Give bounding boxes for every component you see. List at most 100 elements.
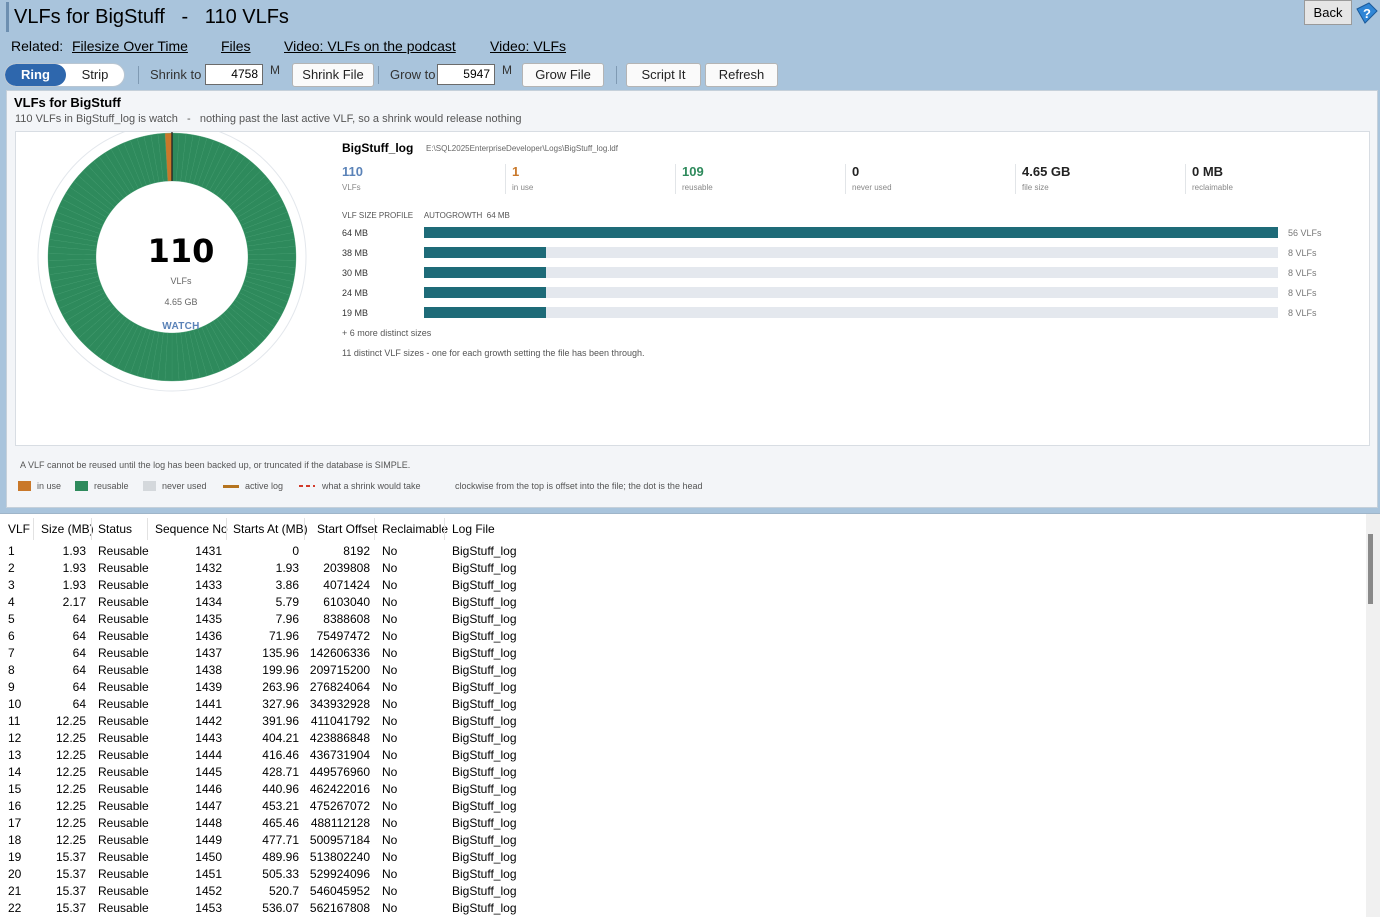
- column-header-status[interactable]: Status: [98, 522, 132, 536]
- column-separator[interactable]: [91, 518, 92, 540]
- cell-sequence: 1434: [195, 595, 222, 609]
- cell-log-file: BigStuff_log: [452, 697, 517, 711]
- column-separator[interactable]: [33, 518, 34, 540]
- cell-status: Reusable: [98, 748, 149, 762]
- cell-size: 12.25: [55, 816, 86, 830]
- cell-reclaimable: No: [382, 629, 398, 643]
- cell-vlf: 8: [8, 663, 15, 677]
- cell-size: 64: [72, 612, 86, 626]
- table-row[interactable]: 4 2.17 Reusable 1434 5.79 6103040 No BigStuff_l…: [0, 593, 1366, 610]
- column-header-vlf[interactable]: VLF: [8, 522, 30, 536]
- cell-log-file: BigStuff_log: [452, 646, 517, 660]
- stat-file-size: 4.65 GB file size: [1022, 164, 1070, 196]
- grow-size-input[interactable]: 5947: [437, 64, 495, 85]
- stat-value: 109: [682, 164, 704, 179]
- cell-start-offset: 6103040: [323, 595, 370, 609]
- column-separator[interactable]: [304, 518, 305, 540]
- link-video-vlfs[interactable]: Video: VLFs: [490, 38, 566, 54]
- cell-log-file: BigStuff_log: [452, 714, 517, 728]
- cell-reclaimable: No: [382, 748, 398, 762]
- table-row[interactable]: 5 64 Reusable 1435 7.96 8388608 No BigStuff_log: [0, 610, 1366, 627]
- grow-file-button[interactable]: Grow File: [522, 63, 604, 87]
- table-row[interactable]: 22 15.37 Reusable 1453 536.07 562167808 No BigS…: [0, 899, 1366, 916]
- table-row[interactable]: 9 64 Reusable 1439 263.96 276824064 No BigStuff…: [0, 678, 1366, 695]
- cell-start-offset: 462422016: [309, 782, 370, 796]
- vlf-table: VLF Size (MB) Status Sequence No Starts …: [0, 513, 1380, 917]
- table-row[interactable]: 17 12.25 Reusable 1448 465.46 488112128 No BigS…: [0, 814, 1366, 831]
- table-row[interactable]: 7 64 Reusable 1437 135.96 142606336 No BigStuff…: [0, 644, 1366, 661]
- shrink-file-button[interactable]: Shrink File: [292, 63, 374, 87]
- cell-size: 15.37: [55, 884, 86, 898]
- legend-shrink-line: [299, 485, 315, 487]
- cell-sequence: 1451: [195, 867, 222, 881]
- cell-reclaimable: No: [382, 731, 398, 745]
- script-it-button[interactable]: Script It: [626, 63, 701, 87]
- profile-bar: [424, 227, 1278, 238]
- cell-size: 12.25: [55, 731, 86, 745]
- cell-reclaimable: No: [382, 561, 398, 575]
- profile-track: [424, 267, 1278, 278]
- column-header-size[interactable]: Size (MB): [41, 522, 94, 536]
- cell-starts-at: 453.21: [262, 799, 299, 813]
- refresh-button[interactable]: Refresh: [705, 63, 778, 87]
- link-files[interactable]: Files: [221, 38, 251, 54]
- cell-status: Reusable: [98, 799, 149, 813]
- table-row[interactable]: 2 1.93 Reusable 1432 1.93 2039808 No BigStuff_l…: [0, 559, 1366, 576]
- cell-log-file: BigStuff_log: [452, 731, 517, 745]
- column-header-starts-at[interactable]: Starts At (MB): [233, 522, 308, 536]
- cell-starts-at: 428.71: [262, 765, 299, 779]
- column-header-start-offset[interactable]: Start Offset: [317, 522, 377, 536]
- stat-label: VLFs: [342, 183, 361, 192]
- profile-count: 8 VLFs: [1288, 268, 1317, 278]
- table-row[interactable]: 19 15.37 Reusable 1450 489.96 513802240 No BigS…: [0, 848, 1366, 865]
- cell-reclaimable: No: [382, 867, 398, 881]
- cell-log-file: BigStuff_log: [452, 884, 517, 898]
- profile-track: [424, 287, 1278, 298]
- view-strip-button[interactable]: Strip: [66, 64, 124, 86]
- column-separator[interactable]: [374, 518, 375, 540]
- ring-unit: VLFs: [170, 276, 192, 286]
- table-row[interactable]: 10 64 Reusable 1441 327.96 343932928 No BigStuf…: [0, 695, 1366, 712]
- scrollbar-thumb[interactable]: [1368, 534, 1373, 604]
- column-header-reclaimable[interactable]: Reclaimable: [382, 522, 448, 536]
- table-row[interactable]: 13 12.25 Reusable 1444 416.46 436731904 No BigS…: [0, 746, 1366, 763]
- cell-start-offset: 449576960: [309, 765, 370, 779]
- cell-reclaimable: No: [382, 833, 398, 847]
- table-row[interactable]: 1 1.93 Reusable 1431 0 8192 No BigStuff_log: [0, 542, 1366, 559]
- cell-sequence: 1445: [195, 765, 222, 779]
- table-row[interactable]: 3 1.93 Reusable 1433 3.86 4071424 No BigStuff_l…: [0, 576, 1366, 593]
- cell-sequence: 1433: [195, 578, 222, 592]
- cell-log-file: BigStuff_log: [452, 748, 517, 762]
- table-row[interactable]: 6 64 Reusable 1436 71.96 75497472 No BigStuff_l…: [0, 627, 1366, 644]
- link-filesize-over-time[interactable]: Filesize Over Time: [72, 38, 188, 54]
- link-video-podcast[interactable]: Video: VLFs on the podcast: [284, 38, 456, 54]
- vertical-scrollbar[interactable]: [1366, 514, 1380, 917]
- cell-size: 15.37: [55, 901, 86, 915]
- view-ring-button[interactable]: Ring: [5, 64, 66, 86]
- column-separator[interactable]: [444, 518, 445, 540]
- table-row[interactable]: 21 15.37 Reusable 1452 520.7 546045952 No BigSt…: [0, 882, 1366, 899]
- table-row[interactable]: 18 12.25 Reusable 1449 477.71 500957184 No BigS…: [0, 831, 1366, 848]
- cell-reclaimable: No: [382, 697, 398, 711]
- table-row[interactable]: 14 12.25 Reusable 1445 428.71 449576960 No BigS…: [0, 763, 1366, 780]
- panel-subtitle: 110 VLFs in BigStuff_log is watch - noth…: [15, 113, 522, 125]
- column-separator[interactable]: [226, 518, 227, 540]
- back-button[interactable]: Back: [1304, 0, 1352, 25]
- table-row[interactable]: 11 12.25 Reusable 1442 391.96 411041792 No BigS…: [0, 712, 1366, 729]
- table-row[interactable]: 8 64 Reusable 1438 199.96 209715200 No BigStuff…: [0, 661, 1366, 678]
- cell-status: Reusable: [98, 612, 149, 626]
- table-row[interactable]: 12 12.25 Reusable 1443 404.21 423886848 No BigS…: [0, 729, 1366, 746]
- profile-title: VLF SIZE PROFILE: [342, 211, 414, 220]
- table-row[interactable]: 16 12.25 Reusable 1447 453.21 475267072 No BigS…: [0, 797, 1366, 814]
- profile-track: [424, 227, 1278, 238]
- help-icon[interactable]: ?: [1355, 1, 1379, 25]
- table-row[interactable]: 15 12.25 Reusable 1446 440.96 462422016 No BigS…: [0, 780, 1366, 797]
- cell-starts-at: 477.71: [262, 833, 299, 847]
- column-header-log-file[interactable]: Log File: [452, 522, 495, 536]
- shrink-size-input[interactable]: 4758: [205, 64, 263, 85]
- cell-vlf: 6: [8, 629, 15, 643]
- profile-row: 38 MB 8 VLFs: [342, 247, 1362, 259]
- table-row[interactable]: 20 15.37 Reusable 1451 505.33 529924096 No BigS…: [0, 865, 1366, 882]
- column-separator[interactable]: [147, 518, 148, 540]
- column-header-sequence[interactable]: Sequence No: [155, 522, 228, 536]
